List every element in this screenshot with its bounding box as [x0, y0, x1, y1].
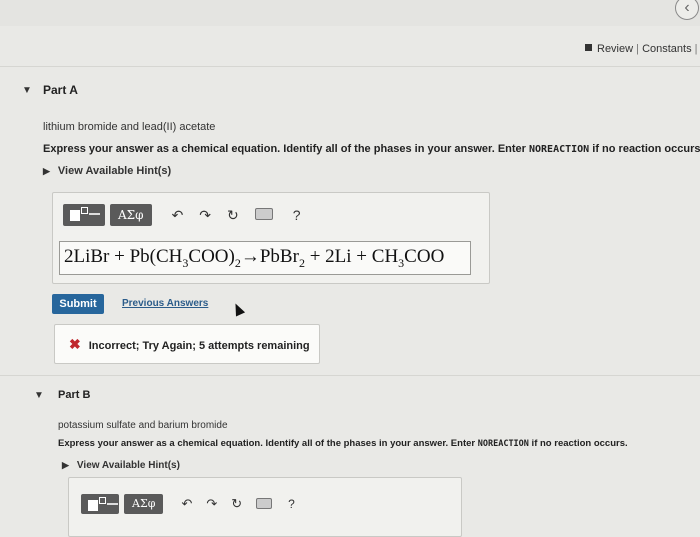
top-bar	[0, 0, 700, 26]
reaction-arrow: →	[240, 246, 260, 267]
instruction-text: Express your answer as a chemical equati…	[58, 438, 478, 449]
reset-icon[interactable]: ↻	[227, 207, 239, 224]
separator: |	[636, 43, 639, 55]
part-b-question: potassium sulfate and barium bromide	[58, 420, 228, 431]
redo-icon[interactable]: ↷	[199, 207, 211, 224]
part-a-answer-input[interactable]: 2LiBr + Pb(CH3COO)2→PbBr2 + 2Li + CH3COO	[59, 241, 471, 275]
hint-label: View Available Hint(s)	[57, 165, 172, 177]
noreaction-code: NOREACTION	[477, 439, 529, 449]
reset-icon[interactable]: ↻	[231, 496, 242, 512]
previous-answers-link[interactable]: Previous Answers	[122, 298, 208, 309]
part-a-question: lithium bromide and lead(II) acetate	[43, 121, 216, 133]
error-x-icon: ✖	[69, 336, 81, 352]
feedback-text: Incorrect; Try Again; 5 attempts remaini…	[88, 340, 310, 352]
greek-symbols-button[interactable]: ΑΣφ	[124, 494, 164, 514]
part-a-hint-toggle[interactable]: ▶ View Available Hint(s)	[43, 165, 171, 177]
help-button[interactable]: ?	[288, 497, 295, 511]
part-a-title[interactable]: Part A	[43, 83, 78, 97]
submit-button[interactable]: Submit	[52, 294, 104, 314]
answer-term: Pb(CH	[129, 246, 183, 267]
answer-term: +	[109, 246, 130, 267]
constants-link[interactable]: Constants	[642, 43, 692, 55]
review-link[interactable]: Review	[597, 43, 633, 55]
collapse-caret-icon[interactable]: ▼	[34, 390, 44, 401]
answer-term: CH	[371, 246, 399, 267]
answer-term: +	[351, 246, 372, 267]
templates-icon[interactable]	[63, 204, 105, 226]
part-a-instruction: Express your answer as a chemical equati…	[43, 143, 700, 155]
part-b-hint-toggle[interactable]: ▶ View Available Hint(s)	[62, 460, 180, 471]
editor-toolbar: ΑΣφ ↶ ↷ ↻ ?	[63, 204, 301, 226]
undo-icon[interactable]: ↶	[172, 207, 184, 224]
expand-triangle-icon: ▶	[43, 166, 50, 176]
mouse-cursor-icon	[230, 301, 246, 317]
part-b-title[interactable]: Part B	[58, 389, 90, 401]
noreaction-code: NOREACTION	[529, 144, 590, 155]
divider	[0, 66, 700, 67]
part-a-answer-editor: ΑΣφ ↶ ↷ ↻ ? 2LiBr + Pb(CH3COO)2→PbBr2 + …	[52, 192, 490, 284]
review-constants-bar: Review | Constants | Pe	[585, 43, 700, 55]
part-b-answer-editor: ΑΣφ ↶ ↷ ↻ ?	[68, 477, 462, 537]
hint-label: View Available Hint(s)	[76, 460, 180, 471]
answer-term: 2Li	[325, 246, 352, 267]
answer-term: 2LiBr	[64, 246, 110, 267]
keyboard-icon[interactable]	[256, 496, 273, 512]
separator: |	[694, 43, 698, 55]
answer-term: COO)	[188, 246, 235, 267]
redo-icon[interactable]: ↷	[206, 496, 217, 512]
editor-toolbar: ΑΣφ ↶ ↷ ↻ ?	[81, 494, 295, 514]
help-button[interactable]: ?	[293, 207, 301, 223]
templates-icon[interactable]	[81, 494, 119, 514]
collapse-caret-icon[interactable]: ▼	[22, 85, 32, 96]
answer-term: COO	[404, 246, 445, 267]
answer-term: PbBr	[259, 246, 299, 267]
expand-triangle-icon: ▶	[62, 460, 69, 470]
greek-symbols-button[interactable]: ΑΣφ	[110, 204, 152, 226]
instruction-text: if no reaction occurs.	[589, 143, 700, 155]
instruction-text: Express your answer as a chemical equati…	[43, 143, 529, 155]
part-b-instruction: Express your answer as a chemical equati…	[58, 438, 628, 449]
incorrect-feedback: ✖ Incorrect; Try Again; 5 attempts remain…	[54, 324, 320, 364]
keyboard-icon[interactable]	[254, 207, 273, 223]
divider	[0, 375, 700, 376]
instruction-text: if no reaction occurs.	[528, 438, 628, 449]
review-square-icon	[585, 44, 592, 51]
undo-icon[interactable]: ↶	[181, 496, 192, 512]
answer-term: +	[304, 246, 326, 267]
